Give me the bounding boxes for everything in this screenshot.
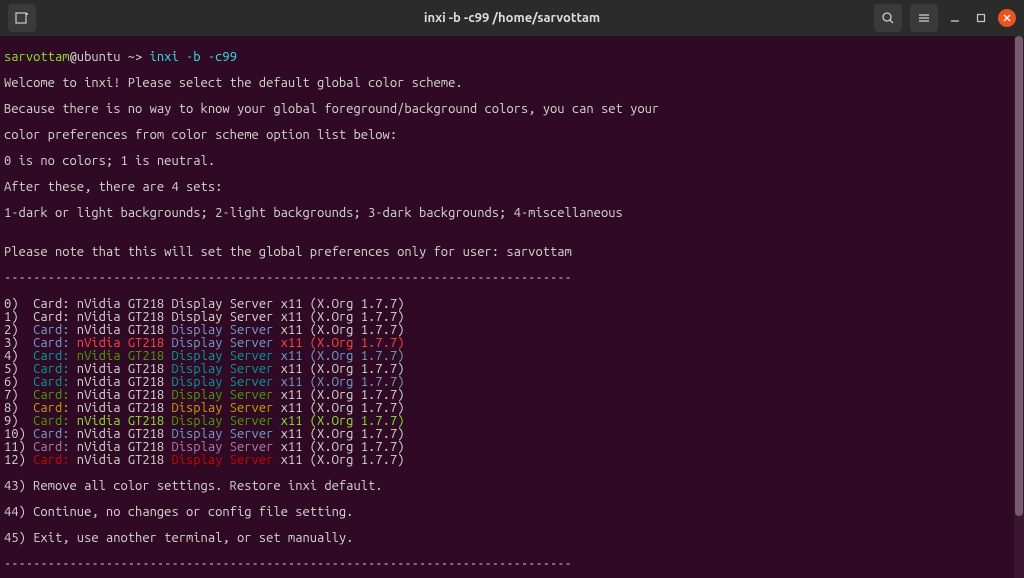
intro-line: Welcome to inxi! Please select the defau… (4, 77, 1020, 90)
prompt-user: sarvottam (4, 50, 70, 64)
intro-line: Because there is no way to know your glo… (4, 103, 1020, 116)
intro-line: After these, there are 4 sets: (4, 181, 1020, 194)
close-button[interactable] (998, 9, 1016, 27)
scrollbar-thumb[interactable] (1015, 36, 1023, 516)
divider: ----------------------------------------… (4, 558, 1020, 571)
option-line: 43) Remove all color settings. Restore i… (4, 480, 1020, 493)
prompt-command: inxi -b -c99 (150, 50, 237, 64)
option-line: 44) Continue, no changes or config file … (4, 506, 1020, 519)
intro-line: 1-dark or light backgrounds; 2-light bac… (4, 207, 1020, 220)
prompt-sep: ~> (121, 50, 150, 64)
scrollbar[interactable] (1014, 36, 1024, 578)
minimize-icon (950, 13, 960, 23)
maximize-icon (976, 13, 986, 23)
titlebar: inxi -b -c99 /home/sarvottam (0, 0, 1024, 36)
color-scheme-row: 12) Card: nVidia GT218 Display Server x1… (4, 454, 1020, 467)
window-title: inxi -b -c99 /home/sarvottam (424, 11, 600, 25)
search-button[interactable] (874, 4, 902, 32)
new-tab-button[interactable] (8, 4, 36, 32)
option-line: 45) Exit, use another terminal, or set m… (4, 532, 1020, 545)
prompt-host: @ubuntu (70, 50, 121, 64)
intro-line: Please note that this will set the globa… (4, 246, 1020, 259)
color-scheme-list: 0) Card: nVidia GT218 Display Server x11… (4, 298, 1020, 467)
minimize-button[interactable] (946, 9, 964, 27)
search-icon (881, 11, 895, 25)
new-tab-icon (14, 10, 30, 26)
intro-line: 0 is no colors; 1 is neutral. (4, 155, 1020, 168)
divider: ----------------------------------------… (4, 272, 1020, 285)
close-icon (1002, 13, 1012, 23)
maximize-button[interactable] (972, 9, 990, 27)
terminal-output[interactable]: sarvottam@ubuntu ~> inxi -b -c99 Welcome… (0, 36, 1024, 578)
intro-line: color preferences from color scheme opti… (4, 129, 1020, 142)
prompt-line: sarvottam@ubuntu ~> inxi -b -c99 (4, 51, 1020, 64)
hamburger-icon (917, 11, 931, 25)
menu-button[interactable] (910, 4, 938, 32)
